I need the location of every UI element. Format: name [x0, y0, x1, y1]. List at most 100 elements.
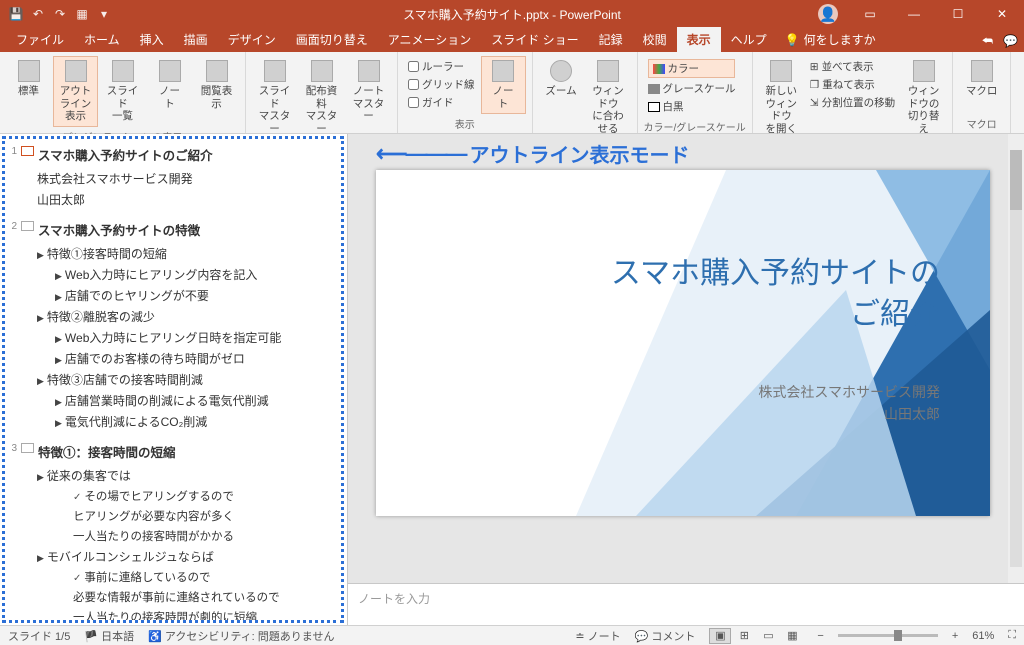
tab-record[interactable]: 記録 [589, 27, 633, 52]
notes-pane[interactable]: ノートを入力 [348, 583, 1024, 625]
tab-home[interactable]: ホーム [74, 27, 130, 52]
close-icon[interactable]: ✕ [980, 0, 1024, 28]
btn-slide-sorter[interactable]: スライド一覧 [100, 56, 145, 127]
redo-icon[interactable]: ↷ [52, 6, 68, 22]
btn-reading-view[interactable]: 閲覧表示 [194, 56, 239, 114]
status-bar: スライド 1/5 🏴 日本語 ♿ アクセシビリティ: 問題ありません ≐ ノート… [0, 625, 1024, 645]
btn-cascade[interactable]: ❐重ねて表示 [810, 77, 895, 92]
btn-zoom[interactable]: ズーム [539, 56, 584, 102]
tab-review[interactable]: 校閲 [633, 27, 677, 52]
zoom-out-icon[interactable]: − [817, 630, 823, 642]
chk-ruler[interactable]: ルーラー [408, 59, 475, 74]
outline-item[interactable]: 店舗でのヒヤリングが不要 [37, 287, 337, 304]
zoom-in-icon[interactable]: + [952, 630, 958, 642]
comments-icon[interactable]: 💬 [1003, 34, 1018, 49]
outline-item[interactable]: 店舗営業時間の削減による電気代削減 [37, 392, 337, 409]
btn-notes-toggle[interactable]: ノート [481, 56, 526, 114]
tab-view[interactable]: 表示 [677, 27, 721, 52]
outline-item[interactable]: 事前に連絡しているので [37, 569, 337, 585]
arrow-left-icon: ⟵——— [376, 141, 466, 167]
tab-transitions[interactable]: 画面切り替え [286, 27, 378, 52]
outline-item[interactable]: 特徴③店舗での接客時間削減 [37, 371, 337, 388]
btn-handout-master[interactable]: 配布資料マスター [299, 56, 344, 139]
outline-item[interactable]: 従来の集客では [37, 467, 337, 484]
slide-preview[interactable]: スマホ購入予約サイトの ご紹介 株式会社スマホサービス開発 山田太郎 [376, 170, 990, 516]
btn-notes-page[interactable]: ノート [147, 56, 192, 114]
outline-item[interactable]: Web入力時にヒアリング内容を記入 [37, 266, 337, 283]
status-accessibility[interactable]: ♿ アクセシビリティ: 問題ありません [148, 628, 334, 644]
btn-notes-master[interactable]: ノートマスター [346, 56, 391, 127]
outline-slide[interactable]: 2スマホ購入予約サイトの特徴特徴①接客時間の短縮Web入力時にヒアリング内容を記… [7, 218, 337, 430]
share-icon[interactable]: ⮪ [982, 34, 993, 49]
status-notes-toggle[interactable]: ≐ ノート [575, 628, 620, 644]
ribbon-options-icon[interactable]: ▭ [848, 0, 892, 28]
chk-guides[interactable]: ガイド [408, 95, 475, 110]
tab-file[interactable]: ファイル [6, 27, 74, 52]
view-reading-icon[interactable]: ▭ [757, 628, 779, 644]
main-area: ⟵——— アウトライン表示モード スマホ購入予約サイトの [348, 134, 1024, 625]
maximize-icon[interactable]: ☐ [936, 0, 980, 28]
btn-arrange-all[interactable]: ⊞並べて表示 [810, 59, 895, 74]
btn-switch-windows[interactable]: ウィンドウの切り替え [901, 56, 946, 139]
qat-more-icon[interactable]: ▾ [96, 6, 112, 22]
outline-item[interactable]: Web入力時にヒアリング日時を指定可能 [37, 329, 337, 346]
slideshow-icon[interactable]: ▦ [74, 6, 90, 22]
outline-item[interactable]: 一人当たりの接客時間が劇的に短縮 [37, 609, 337, 623]
outline-slide-title[interactable]: スマホ購入予約サイトのご紹介 [38, 145, 213, 164]
btn-normal-view[interactable]: 標準 [6, 56, 51, 102]
btn-slide-master[interactable]: スライドマスター [252, 56, 297, 139]
opt-color[interactable]: カラー [648, 59, 736, 78]
view-sorter-icon[interactable]: ⊞ [733, 628, 755, 644]
tab-help[interactable]: ヘルプ [721, 27, 777, 52]
opt-grayscale[interactable]: グレースケール [648, 81, 736, 96]
fit-to-window-icon[interactable]: ⛶ [1008, 629, 1016, 642]
outline-item[interactable]: 山田太郎 [37, 191, 337, 208]
outline-item[interactable]: モバイルコンシェルジュならば [37, 548, 337, 565]
zoom-percent[interactable]: 61% [972, 630, 994, 642]
tab-insert[interactable]: 挿入 [130, 27, 174, 52]
btn-new-window[interactable]: 新しいウィンドウを開く [759, 56, 804, 139]
outline-pane[interactable]: 1スマホ購入予約サイトのご紹介株式会社スマホサービス開発山田太郎2スマホ購入予約… [0, 134, 348, 625]
tell-me[interactable]: 💡 何をしますか [777, 31, 884, 52]
btn-outline-view[interactable]: アウトライン表示 [53, 56, 98, 127]
chk-gridlines[interactable]: グリッド線 [408, 77, 475, 92]
outline-item[interactable]: 特徴①接客時間の短縮 [37, 245, 337, 262]
zoom-slider[interactable] [838, 634, 938, 637]
status-language[interactable]: 🏴 日本語 [84, 628, 134, 644]
view-normal-icon[interactable]: ▣ [709, 628, 731, 644]
btn-macros[interactable]: マクロ [959, 56, 1004, 102]
slide-stage[interactable]: スマホ購入予約サイトの ご紹介 株式会社スマホサービス開発 山田太郎 [348, 134, 1024, 583]
tab-draw[interactable]: 描画 [174, 27, 218, 52]
tab-design[interactable]: デザイン [218, 27, 286, 52]
group-presentation-views: 標準 アウトライン表示 スライド一覧 ノート 閲覧表示 プレゼンテーションの表示 [0, 52, 246, 133]
group-color-grayscale: カラー グレースケール 白黒 カラー/グレースケール [638, 52, 753, 133]
undo-icon[interactable]: ↶ [30, 6, 46, 22]
outline-item[interactable]: 株式会社スマホサービス開発 [37, 170, 337, 187]
title-bar: 💾 ↶ ↷ ▦ ▾ スマホ購入予約サイト.pptx - PowerPoint 👤… [0, 0, 1024, 28]
outline-item[interactable]: 必要な情報が事前に連絡されているので [37, 589, 337, 605]
outline-item[interactable]: ヒアリングが必要な内容が多く [37, 508, 337, 524]
outline-slide[interactable]: 3特徴①：接客時間の短縮従来の集客ではその場でヒアリングするのでヒアリングが必要… [7, 440, 337, 623]
outline-item[interactable]: 特徴②離脱客の減少 [37, 308, 337, 325]
minimize-icon[interactable]: — [892, 0, 936, 28]
outline-item[interactable]: 店舗でのお客様の待ち時間がゼロ [37, 350, 337, 367]
tab-slideshow[interactable]: スライド ショー [481, 27, 588, 52]
btn-move-split[interactable]: ⇲分割位置の移動 [810, 95, 895, 110]
outline-slide-title[interactable]: スマホ購入予約サイトの特徴 [38, 220, 200, 239]
outline-item[interactable]: 電気代削減によるCO₂削減 [37, 413, 337, 430]
notes-placeholder: ノートを入力 [358, 592, 430, 606]
status-slide-number[interactable]: スライド 1/5 [8, 628, 70, 644]
btn-fit-window[interactable]: ウィンドウに合わせる [586, 56, 631, 139]
outline-slide-title[interactable]: 特徴①：接客時間の短縮 [38, 442, 176, 461]
save-icon[interactable]: 💾 [8, 6, 24, 22]
view-slideshow-icon[interactable]: ▦ [781, 628, 803, 644]
outline-slide[interactable]: 1スマホ購入予約サイトのご紹介株式会社スマホサービス開発山田太郎 [7, 143, 337, 208]
status-comments-toggle[interactable]: 💬 コメント [635, 628, 696, 644]
opt-bw[interactable]: 白黒 [648, 99, 736, 114]
outline-item[interactable]: その場でヒアリングするので [37, 488, 337, 504]
view-buttons: ▣ ⊞ ▭ ▦ [709, 628, 803, 644]
account-avatar-icon[interactable]: 👤 [818, 4, 838, 24]
tab-animations[interactable]: アニメーション [378, 27, 482, 52]
outline-item[interactable]: 一人当たりの接客時間がかかる [37, 528, 337, 544]
slide-vertical-scrollbar[interactable] [1008, 134, 1024, 583]
